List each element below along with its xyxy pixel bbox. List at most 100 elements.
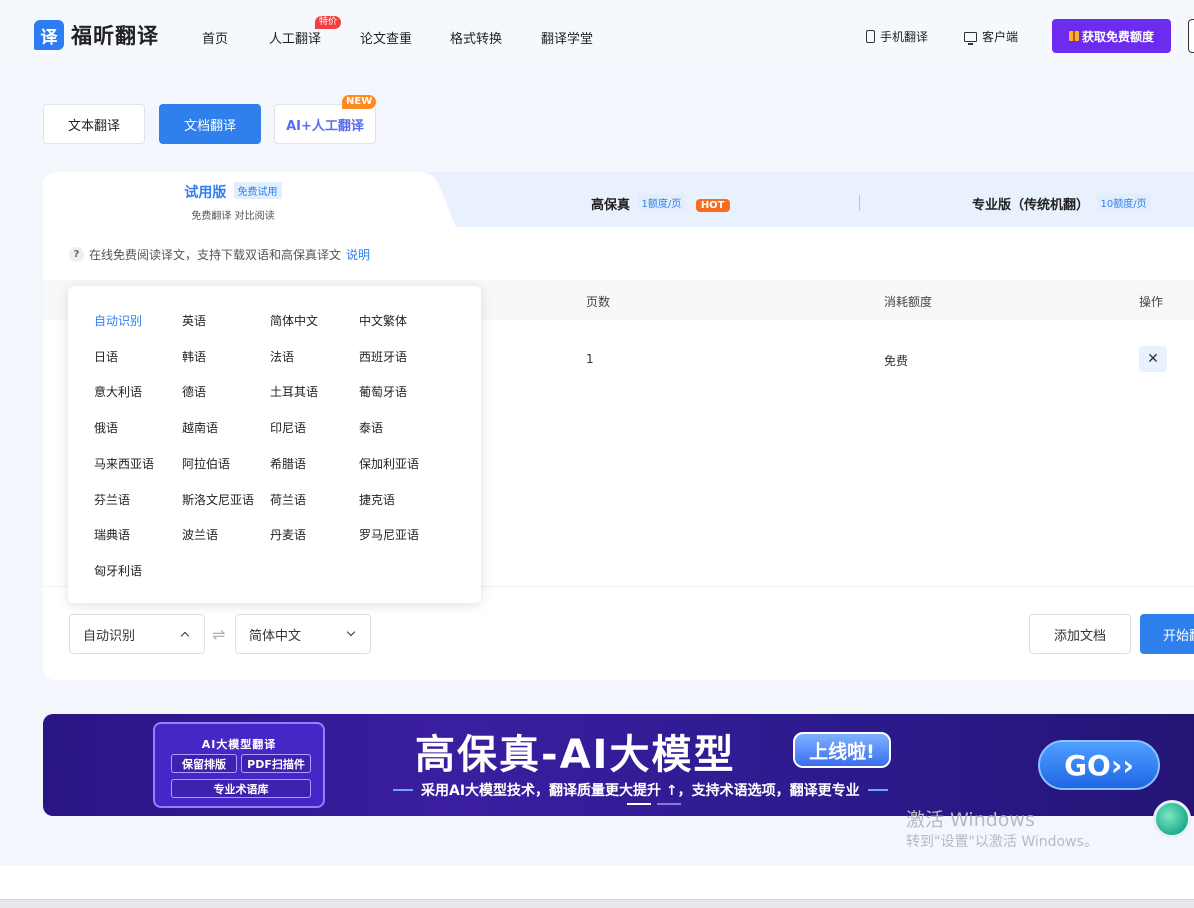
- language-option[interactable]: 俄语: [94, 419, 118, 436]
- language-option[interactable]: 保加利亚语: [359, 455, 419, 472]
- tier-trial-subtitle: 免费翻译 对比阅读: [191, 211, 275, 222]
- banner-launch-badge: 上线啦!: [793, 732, 891, 768]
- language-option[interactable]: 泰语: [359, 419, 383, 436]
- language-option[interactable]: 葡萄牙语: [359, 383, 407, 400]
- close-icon: ✕: [1147, 351, 1159, 367]
- language-option[interactable]: 日语: [94, 348, 118, 365]
- tier-trial-title: 试用版: [184, 185, 227, 201]
- language-option[interactable]: 马来西亚语: [94, 455, 154, 472]
- logo-icon: 译: [34, 20, 64, 50]
- language-option[interactable]: 荷兰语: [270, 491, 306, 508]
- language-option[interactable]: 韩语: [182, 348, 206, 365]
- language-option[interactable]: 越南语: [182, 419, 218, 436]
- language-option[interactable]: 法语: [270, 348, 294, 365]
- chip-title: AI大模型翻译: [201, 738, 277, 751]
- chevron-up-icon: [180, 631, 190, 641]
- banner-go-button[interactable]: GO››: [1038, 740, 1160, 790]
- activation-watermark-text: 转到"设置"以激活 Windows。: [906, 834, 1098, 850]
- horizontal-scrollbar[interactable]: [0, 899, 1194, 908]
- banner-dot[interactable]: [657, 803, 681, 805]
- source-language-select[interactable]: 自动识别: [69, 614, 205, 654]
- chip-feature-glossary: 专业术语库: [171, 779, 311, 798]
- get-free-credits-label: 获取免费额度: [1081, 29, 1154, 44]
- row-pages-cell: 1: [586, 352, 594, 366]
- language-option[interactable]: 匈牙利语: [94, 562, 142, 579]
- tier-hifi-title: 高保真: [591, 198, 631, 213]
- banner-headline: 高保真-AI大模型: [415, 732, 736, 778]
- client-label: 客户端: [982, 30, 1019, 44]
- language-option[interactable]: 土耳其语: [270, 383, 318, 400]
- source-language-value: 自动识别: [83, 628, 136, 644]
- nav-human-translation[interactable]: 人工翻译 特价: [269, 16, 342, 47]
- language-option[interactable]: 瑞典语: [94, 526, 130, 543]
- hot-badge: HOT: [695, 199, 730, 212]
- banner-pagination: [627, 803, 681, 805]
- login-button[interactable]: [1188, 19, 1194, 53]
- question-icon: ?: [69, 247, 84, 262]
- language-option[interactable]: 捷克语: [359, 491, 395, 508]
- top-header: 译 福昕翻译 首页 人工翻译 特价 论文查重 格式转换 翻译学堂 手机翻译 客户…: [0, 0, 1194, 72]
- promo-banner[interactable]: AI大模型翻译 保留排版 PDF扫描件 专业术语库 高保真-AI大模型 上线啦!…: [43, 714, 1194, 816]
- language-option[interactable]: 简体中文: [270, 312, 318, 329]
- language-option[interactable]: 芬兰语: [94, 491, 130, 508]
- logo-text: 福昕翻译: [71, 24, 159, 48]
- hint-text: 在线免费阅读译文，支持下载双语和高保真译文: [89, 248, 342, 262]
- tier-pro-tab[interactable]: 专业版（传统机翻） 10额度/页: [972, 194, 1151, 213]
- chip-feature-pdf: PDF扫描件: [241, 754, 311, 773]
- language-option[interactable]: 印尼语: [270, 419, 306, 436]
- client-link[interactable]: 客户端: [964, 28, 1018, 45]
- language-option[interactable]: 丹麦语: [270, 526, 306, 543]
- language-option[interactable]: 德语: [182, 383, 206, 400]
- hint-line: ? 在线免费阅读译文，支持下载双语和高保真译文 说明: [69, 246, 370, 263]
- target-language-value: 简体中文: [249, 628, 302, 644]
- tier-trial-tag: 免费试用: [233, 182, 282, 199]
- language-option[interactable]: 中文繁体: [359, 312, 407, 329]
- banner-dot-active[interactable]: [627, 803, 651, 805]
- phone-icon: [866, 30, 875, 43]
- nav-human-translation-label: 人工翻译: [269, 32, 322, 47]
- tier-pro-tag: 10额度/页: [1096, 194, 1151, 211]
- tier-hifi-tag: 1额度/页: [637, 194, 686, 211]
- start-translation-button[interactable]: 开始翻译: [1140, 614, 1194, 654]
- language-option[interactable]: 西班牙语: [359, 348, 407, 365]
- add-document-button[interactable]: 添加文档: [1029, 614, 1131, 654]
- banner-subtitle: 采用AI大模型技术，翻译质量更大提升 ↑，支持术语选项，翻译更专业: [385, 780, 896, 800]
- logo[interactable]: 译 福昕翻译: [34, 20, 159, 50]
- language-option[interactable]: 希腊语: [270, 455, 306, 472]
- hint-explain-link[interactable]: 说明: [346, 246, 370, 263]
- document-translation-tab[interactable]: 文档翻译: [159, 104, 261, 144]
- col-action-header: 操作: [1139, 295, 1164, 309]
- assistant-float-icon[interactable]: [1153, 800, 1191, 838]
- gift-icon: [1068, 31, 1079, 41]
- ai-human-translation-tab[interactable]: AI+人工翻译: [274, 104, 376, 144]
- language-option[interactable]: 阿拉伯语: [182, 455, 230, 472]
- language-option[interactable]: 斯洛文尼亚语: [182, 491, 254, 508]
- col-cost-header: 消耗额度: [884, 295, 933, 309]
- sale-badge: 特价: [315, 16, 342, 29]
- tier-divider: [859, 195, 860, 211]
- language-option[interactable]: 自动识别: [94, 312, 142, 329]
- col-pages-header: 页数: [586, 295, 611, 309]
- target-language-select[interactable]: 简体中文: [235, 614, 371, 654]
- tier-trial-heading: 试用版 免费试用: [43, 182, 423, 202]
- row-cost-cell: 免费: [884, 354, 909, 368]
- tier-hifi-tab[interactable]: 高保真 1额度/页 HOT: [591, 194, 730, 213]
- language-option[interactable]: 意大利语: [94, 383, 142, 400]
- language-option[interactable]: 罗马尼亚语: [359, 526, 419, 543]
- nav-translation-academy[interactable]: 翻译学堂: [541, 28, 593, 47]
- new-badge: NEW: [342, 95, 377, 109]
- mobile-translate-link[interactable]: 手机翻译: [866, 28, 928, 45]
- mobile-translate-label: 手机翻译: [880, 30, 929, 44]
- remove-file-button[interactable]: ✕: [1139, 346, 1167, 372]
- nav-home[interactable]: 首页: [202, 28, 228, 47]
- get-free-credits-button[interactable]: 获取免费额度: [1052, 19, 1171, 53]
- chip-feature-layout: 保留排版: [171, 754, 237, 773]
- text-translation-tab[interactable]: 文本翻译: [43, 104, 145, 144]
- language-option[interactable]: 波兰语: [182, 526, 218, 543]
- swap-languages-icon[interactable]: ⇌: [212, 625, 225, 644]
- nav-plagiarism-check[interactable]: 论文查重: [360, 28, 412, 47]
- activation-watermark-title: 激活 Windows: [906, 809, 1035, 831]
- tier-pro-title: 专业版（传统机翻）: [972, 198, 1090, 213]
- language-option[interactable]: 英语: [182, 312, 206, 329]
- nav-format-convert[interactable]: 格式转换: [450, 28, 502, 47]
